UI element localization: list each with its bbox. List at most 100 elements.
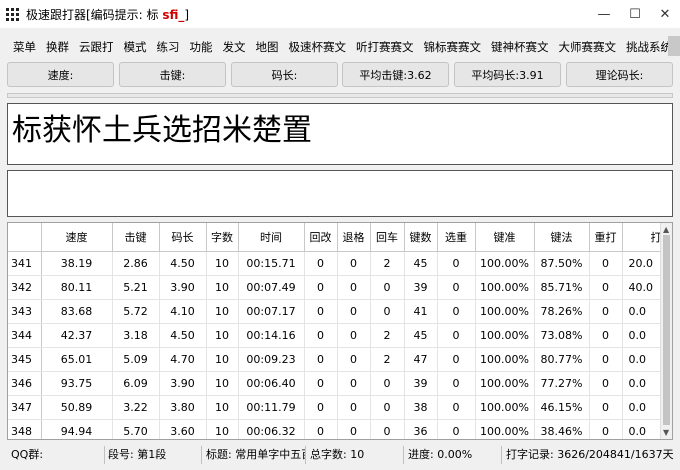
table-cell[interactable]: 0: [304, 275, 338, 300]
table-cell[interactable]: 100.00%: [475, 371, 535, 396]
table-cell[interactable]: 6.09: [112, 371, 160, 396]
table-cell[interactable]: 5.21: [112, 275, 160, 300]
table-cell[interactable]: 2: [370, 323, 405, 348]
menu-item-key-god-cup[interactable]: 键神杯赛文: [486, 36, 554, 58]
table-cell[interactable]: 0: [304, 323, 338, 348]
table-cell[interactable]: 0: [370, 419, 405, 439]
row-number[interactable]: 343: [8, 299, 42, 324]
column-header-speed[interactable]: 速度: [41, 223, 113, 252]
minimize-button[interactable]: —: [589, 0, 619, 28]
table-cell[interactable]: 94.94: [41, 419, 113, 439]
table-cell[interactable]: 100.00%: [475, 395, 535, 420]
table-cell[interactable]: 00:11.79: [238, 395, 305, 420]
table-cell[interactable]: 0: [370, 299, 405, 324]
table-row[interactable]: 343 83.68 5.72 4.10 10 00:07.17 0 0 0 41 0 100.00% 7…: [8, 299, 672, 324]
table-cell[interactable]: 80.77%: [534, 347, 590, 372]
column-header-corrections[interactable]: 回改: [304, 223, 338, 252]
table-cell[interactable]: 0: [337, 395, 371, 420]
row-number[interactable]: 342: [8, 275, 42, 300]
table-cell[interactable]: 3.22: [112, 395, 160, 420]
table-row[interactable]: 346 93.75 6.09 3.90 10 00:06.40 0 0 0 39 0 100.00% 7…: [8, 371, 672, 396]
table-cell[interactable]: 3.80: [159, 395, 207, 420]
table-cell[interactable]: 80.11: [41, 275, 113, 300]
table-cell[interactable]: 50.89: [41, 395, 113, 420]
table-cell[interactable]: 00:07.17: [238, 299, 305, 324]
maximize-button[interactable]: ☐: [620, 0, 650, 28]
table-cell[interactable]: 78.26%: [534, 299, 590, 324]
table-cell[interactable]: 0: [337, 299, 371, 324]
table-cell[interactable]: 45: [404, 323, 438, 348]
row-number[interactable]: 346: [8, 371, 42, 396]
menu-overflow-scroll[interactable]: [668, 36, 680, 56]
table-cell[interactable]: 0: [437, 371, 476, 396]
table-cell[interactable]: 0: [337, 419, 371, 439]
column-header-key-method[interactable]: 键法: [534, 223, 590, 252]
theory-code-length-stat[interactable]: 理论码长:: [566, 62, 673, 87]
table-cell[interactable]: 0: [437, 395, 476, 420]
table-cell[interactable]: 3.90: [159, 371, 207, 396]
code-length-stat[interactable]: 码长:: [231, 62, 338, 87]
table-cell[interactable]: 00:09.23: [238, 347, 305, 372]
avg-code-length-stat[interactable]: 平均码长:3.91: [454, 62, 561, 87]
keystroke-stat[interactable]: 击键:: [119, 62, 226, 87]
table-cell[interactable]: 46.15%: [534, 395, 590, 420]
table-cell[interactable]: 00:14.16: [238, 323, 305, 348]
table-cell[interactable]: 0: [589, 299, 623, 324]
table-cell[interactable]: 0: [337, 251, 371, 276]
table-cell[interactable]: 36: [404, 419, 438, 439]
table-cell[interactable]: 0: [304, 419, 338, 439]
table-cell[interactable]: 0: [337, 371, 371, 396]
table-vertical-scrollbar[interactable]: ▲ ▼: [660, 223, 672, 439]
menu-item-functions[interactable]: 功能: [185, 36, 218, 58]
table-cell[interactable]: 38.46%: [534, 419, 590, 439]
table-cell[interactable]: 0: [589, 395, 623, 420]
table-cell[interactable]: 0: [589, 371, 623, 396]
table-cell[interactable]: 47: [404, 347, 438, 372]
column-header-time[interactable]: 时间: [238, 223, 305, 252]
table-cell[interactable]: 2.86: [112, 251, 160, 276]
table-cell[interactable]: 2: [370, 347, 405, 372]
table-cell[interactable]: 0: [370, 371, 405, 396]
scroll-up-icon[interactable]: ▲: [663, 225, 669, 234]
table-cell[interactable]: 0: [437, 347, 476, 372]
table-cell[interactable]: 83.68: [41, 299, 113, 324]
table-row[interactable]: 344 42.37 3.18 4.50 10 00:14.16 0 0 2 45 0 100.00% 7…: [8, 323, 672, 348]
table-cell[interactable]: 38: [404, 395, 438, 420]
table-cell[interactable]: 00:15.71: [238, 251, 305, 276]
column-header-key-accuracy[interactable]: 键准: [475, 223, 535, 252]
menu-item-championship[interactable]: 锦标赛赛文: [419, 36, 487, 58]
table-cell[interactable]: 39: [404, 275, 438, 300]
column-header-keystroke[interactable]: 击键: [112, 223, 160, 252]
table-cell[interactable]: 100.00%: [475, 347, 535, 372]
table-cell[interactable]: 10: [206, 419, 239, 439]
table-cell[interactable]: 4.50: [159, 323, 207, 348]
menu-item-switch-group[interactable]: 换群: [41, 36, 74, 58]
table-cell[interactable]: 42.37: [41, 323, 113, 348]
table-cell[interactable]: 0: [304, 347, 338, 372]
table-cell[interactable]: 0: [437, 275, 476, 300]
close-button[interactable]: ✕: [650, 0, 680, 28]
menu-item-practice[interactable]: 练习: [152, 36, 185, 58]
column-header-retype[interactable]: 重打: [589, 223, 623, 252]
table-cell[interactable]: 0: [304, 371, 338, 396]
table-cell[interactable]: 0: [437, 251, 476, 276]
table-cell[interactable]: 100.00%: [475, 251, 535, 276]
table-cell[interactable]: 0: [304, 395, 338, 420]
table-cell[interactable]: 4.10: [159, 299, 207, 324]
menu-item-mode[interactable]: 模式: [119, 36, 152, 58]
column-header-enter[interactable]: 回车: [370, 223, 405, 252]
table-cell[interactable]: 3.90: [159, 275, 207, 300]
table-cell[interactable]: 0: [304, 251, 338, 276]
table-cell[interactable]: 5.70: [112, 419, 160, 439]
table-cell[interactable]: 100.00%: [475, 299, 535, 324]
table-cell[interactable]: 100.00%: [475, 275, 535, 300]
table-cell[interactable]: 93.75: [41, 371, 113, 396]
column-header-backspace[interactable]: 退格: [337, 223, 371, 252]
corner-header[interactable]: [8, 223, 42, 252]
table-row[interactable]: 348 94.94 5.70 3.60 10 00:06.32 0 0 0 36 0 100.00% 3…: [8, 419, 672, 439]
table-cell[interactable]: 100.00%: [475, 323, 535, 348]
menu-item-cloud-typing[interactable]: 云跟打: [74, 36, 119, 58]
table-cell[interactable]: 4.50: [159, 251, 207, 276]
table-row[interactable]: 345 65.01 5.09 4.70 10 00:09.23 0 0 2 47 0 100.00% 8…: [8, 347, 672, 372]
table-cell[interactable]: 0: [304, 299, 338, 324]
